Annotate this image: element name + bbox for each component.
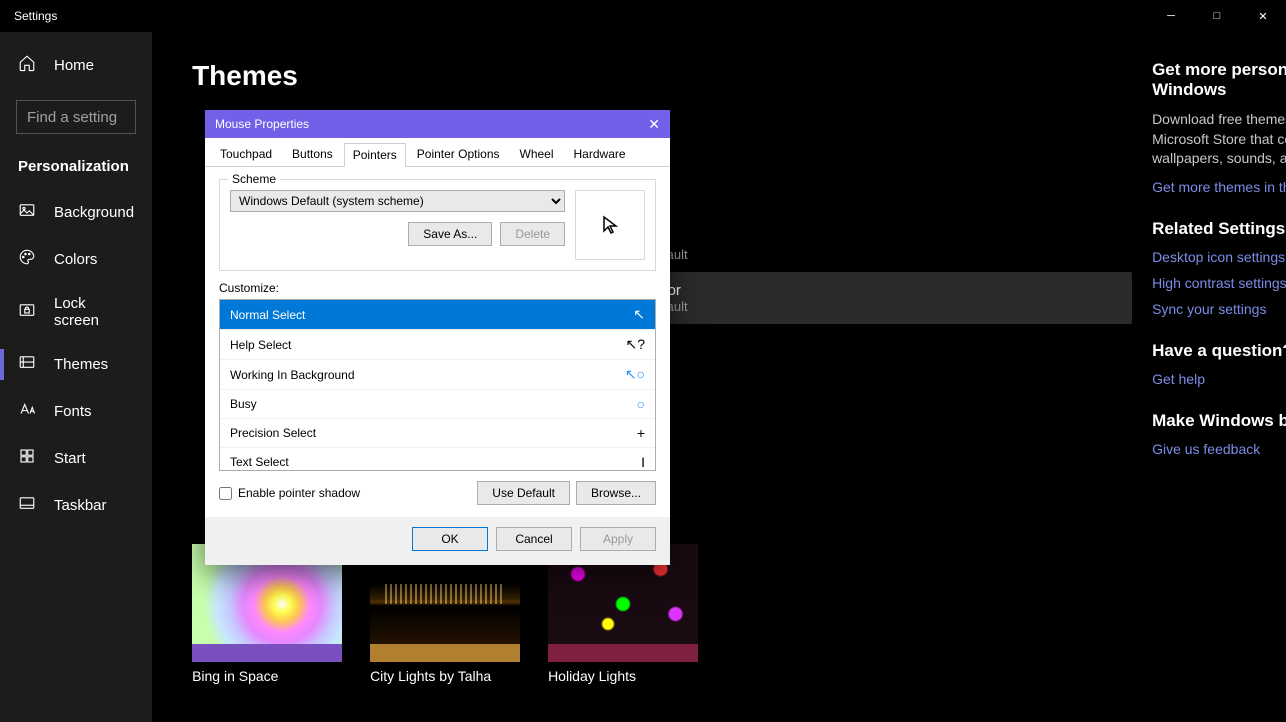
pointer-shadow-label: Enable pointer shadow [238,486,360,500]
home-label: Home [54,57,94,74]
cursor-item[interactable]: Busy ○ [220,390,655,419]
use-default-button[interactable]: Use Default [477,481,570,505]
search-input[interactable]: Find a setting [16,100,136,134]
dialog-close-icon[interactable]: ✕ [648,116,660,133]
cursor-name: Busy [230,397,257,411]
cursor-name: Normal Select [230,308,305,322]
cursor-glyph-icon: ↖○ [625,366,645,383]
save-as-button[interactable]: Save As... [408,222,492,246]
taskbar-icon [18,494,36,517]
sidebar-item-themes[interactable]: Themes [0,341,152,388]
better-heading: Make Windows better [1152,411,1286,431]
cursor-preview [575,190,645,260]
scheme-label: Scheme [228,172,280,186]
theme-accent [192,644,342,662]
sidebar-item-label: Start [54,450,86,467]
question-heading: Have a question? [1152,341,1286,361]
sidebar-item-fonts[interactable]: Fonts [0,388,152,435]
related-link[interactable]: High contrast settings [1152,275,1286,291]
cancel-button[interactable]: Cancel [496,527,572,551]
sidebar-item-background[interactable]: Background [0,189,152,236]
personality-text: Download free themes from the Microsoft … [1152,110,1286,169]
related-link[interactable]: Sync your settings [1152,301,1286,317]
minimize-button[interactable]: ─ [1148,0,1194,32]
cursor-name: Help Select [230,338,291,352]
cursor-name: Working In Background [230,368,355,382]
window-title: Settings [14,9,57,23]
related-settings-heading: Related Settings [1152,219,1286,239]
home-nav[interactable]: Home [0,42,152,88]
cursor-item[interactable]: Precision Select + [220,419,655,448]
customize-label: Customize: [219,281,656,295]
apply-button: Apply [580,527,656,551]
theme-accent [370,644,520,662]
sidebar-item-label: Background [54,204,134,221]
cursor-item[interactable]: Working In Background ↖○ [220,360,655,390]
dialog-tabs: TouchpadButtonsPointersPointer OptionsWh… [205,138,670,167]
section-title: Personalization [0,150,152,189]
cursor-glyph-icon: I [641,454,645,470]
cursor-list[interactable]: Normal Select ↖ Help Select ↖? Working In Ba… [219,299,656,471]
theme-label: Holiday Lights [548,668,698,684]
theme-card[interactable]: City Lights by Talha [370,544,520,684]
page-title: Themes [192,60,1132,92]
related-link[interactable]: Desktop icon settings [1152,249,1286,265]
theme-label: Bing in Space [192,668,342,684]
cursor-name: Precision Select [230,426,316,440]
sidebar-item-label: Lock screen [54,295,134,329]
home-icon [18,54,36,76]
cursor-item[interactable]: Help Select ↖? [220,330,655,360]
cursor-item[interactable]: Normal Select ↖ [220,300,655,330]
sidebar-item-lock-screen[interactable]: Lock screen [0,283,152,341]
cursor-glyph-icon: ↖? [625,336,645,353]
tab-wheel[interactable]: Wheel [511,142,563,166]
tab-buttons[interactable]: Buttons [283,142,342,166]
close-button[interactable]: ✕ [1240,0,1286,32]
feedback-link[interactable]: Give us feedback [1152,441,1286,457]
cursor-glyph-icon: + [637,425,645,441]
tab-hardware[interactable]: Hardware [565,142,635,166]
cursor-glyph-icon: ↖ [633,306,645,323]
theme-label: City Lights by Talha [370,668,520,684]
personality-heading: Get more personality in Windows [1152,60,1286,100]
tab-pointer-options[interactable]: Pointer Options [408,142,509,166]
search-placeholder: Find a setting [27,109,117,126]
cursor-glyph-icon: ○ [637,396,645,412]
ok-button[interactable]: OK [412,527,488,551]
cursor-item[interactable]: Text Select I [220,448,655,471]
sidebar-item-taskbar[interactable]: Taskbar [0,482,152,529]
dialog-title-text: Mouse Properties [215,117,309,131]
sidebar-item-label: Colors [54,251,97,268]
lock-icon [18,301,36,324]
dialog-titlebar[interactable]: Mouse Properties ✕ [205,110,670,138]
store-link[interactable]: Get more themes in the Store [1152,179,1286,195]
delete-button: Delete [500,222,565,246]
sidebar-item-start[interactable]: Start [0,435,152,482]
maximize-button[interactable]: □ [1194,0,1240,32]
theme-card[interactable]: Bing in Space [192,544,342,684]
sidebar-item-label: Themes [54,356,108,373]
image-icon [18,201,36,224]
fonts-icon [18,400,36,423]
palette-icon [18,248,36,271]
sidebar-item-label: Fonts [54,403,92,420]
titlebar: Settings ─ □ ✕ [0,0,1286,32]
sidebar-item-colors[interactable]: Colors [0,236,152,283]
mouse-properties-dialog: Mouse Properties ✕ TouchpadButtonsPointe… [205,110,670,565]
get-help-link[interactable]: Get help [1152,371,1286,387]
themes-icon [18,353,36,376]
pointer-shadow-checkbox[interactable] [219,487,232,500]
browse-button[interactable]: Browse... [576,481,656,505]
start-icon [18,447,36,470]
tab-touchpad[interactable]: Touchpad [211,142,281,166]
tab-pointers[interactable]: Pointers [344,143,406,167]
scheme-select[interactable]: Windows Default (system scheme) [230,190,565,212]
theme-accent [548,644,698,662]
theme-card[interactable]: Holiday Lights [548,544,698,684]
cursor-name: Text Select [230,455,289,469]
sidebar-item-label: Taskbar [54,497,107,514]
sidebar: Home Find a setting Personalization Back… [0,32,152,722]
